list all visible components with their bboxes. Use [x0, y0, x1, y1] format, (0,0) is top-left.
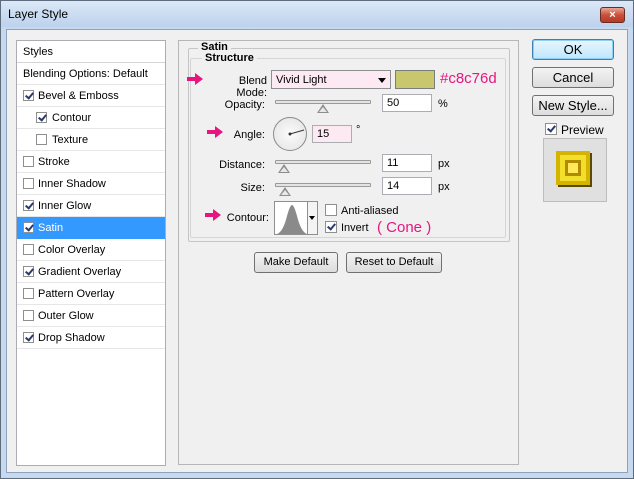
color-overlay-checkbox[interactable]	[23, 244, 34, 255]
contour-preview[interactable]	[274, 201, 308, 235]
sidebar-item-label: Pattern Overlay	[38, 288, 115, 300]
sidebar-item-outer-glow[interactable]: Outer Glow	[17, 305, 165, 327]
pattern-overlay-checkbox[interactable]	[23, 288, 34, 299]
size-unit: px	[438, 181, 450, 193]
window-title: Layer Style	[8, 7, 69, 21]
sidebar-item-drop-shadow[interactable]: Drop Shadow	[17, 327, 165, 349]
distance-input[interactable]: 11	[382, 154, 432, 172]
close-icon: ×	[609, 9, 616, 21]
angle-dial[interactable]	[273, 117, 307, 151]
sidebar-item-label: Outer Glow	[38, 310, 94, 322]
inner-shadow-checkbox[interactable]	[23, 178, 34, 189]
sidebar-item-label: Contour	[52, 112, 92, 124]
size-input[interactable]: 14	[382, 177, 432, 195]
preview-label: Preview	[561, 123, 604, 137]
sidebar-item-satin[interactable]: Satin	[17, 217, 165, 239]
angle-needle-icon	[288, 129, 305, 136]
sidebar-item-bevel-emboss[interactable]: Bevel & Emboss	[17, 85, 165, 107]
make-default-button[interactable]: Make Default	[254, 252, 338, 273]
bevel-emboss-checkbox[interactable]	[23, 90, 34, 101]
sidebar-item-label: Gradient Overlay	[38, 266, 122, 278]
ok-button[interactable]: OK	[532, 39, 614, 60]
sidebar-item-label: Bevel & Emboss	[38, 90, 119, 102]
satin-checkbox[interactable]	[23, 222, 34, 233]
size-label: Size:	[240, 182, 265, 194]
sidebar-item-label: Stroke	[38, 156, 70, 168]
sidebar-item-label: Inner Shadow	[38, 178, 106, 190]
dialog-body: Styles Blending Options: Default Bevel &…	[6, 29, 628, 473]
sidebar-item-gradient-overlay[interactable]: Gradient Overlay	[17, 261, 165, 283]
sidebar-item-stroke[interactable]: Stroke	[17, 151, 165, 173]
sidebar-item-inner-glow[interactable]: Inner Glow	[17, 195, 165, 217]
contour-label: Contour:	[226, 212, 269, 224]
contour-dropdown-button[interactable]	[308, 201, 318, 235]
cone-contour-icon	[277, 205, 307, 234]
pink-arrow-icon	[187, 73, 203, 85]
sidebar-item-inner-shadow[interactable]: Inner Shadow	[17, 173, 165, 195]
opacity-input[interactable]: 50	[382, 94, 432, 112]
satin-panel: Satin Structure Blend Mode: Vivid Light …	[178, 40, 519, 465]
opacity-slider-thumb[interactable]	[317, 104, 329, 113]
distance-slider-thumb[interactable]	[278, 164, 290, 173]
contour-checkbox[interactable]	[36, 112, 47, 123]
angle-input[interactable]: 15	[312, 125, 352, 143]
preview-checkbox[interactable]	[545, 123, 557, 135]
sidebar-item-label: Drop Shadow	[38, 332, 105, 344]
stroke-checkbox[interactable]	[23, 156, 34, 167]
angle-label: Angle:	[233, 129, 265, 141]
sidebar-item-label: Satin	[38, 222, 64, 234]
inner-glow-checkbox[interactable]	[23, 200, 34, 211]
distance-label: Distance:	[219, 159, 265, 171]
texture-checkbox[interactable]	[36, 134, 47, 145]
reset-default-button[interactable]: Reset to Default	[346, 252, 442, 273]
contour-annotation: ( Cone )	[377, 219, 432, 236]
anti-aliased-checkbox[interactable]	[325, 204, 337, 216]
structure-title: Structure	[202, 52, 257, 64]
invert-label: Invert	[341, 222, 369, 234]
blend-mode-select[interactable]: Vivid Light	[271, 70, 391, 89]
angle-unit: °	[356, 124, 361, 136]
sidebar-item-color-overlay[interactable]: Color Overlay	[17, 239, 165, 261]
opacity-label: Opacity:	[224, 99, 265, 111]
sidebar-item-label: Texture	[52, 134, 89, 146]
blend-mode-label: Blend Mode:	[236, 75, 267, 99]
gradient-overlay-checkbox[interactable]	[23, 266, 34, 277]
sidebar-item-contour[interactable]: Contour	[17, 107, 165, 129]
new-style-button[interactable]: New Style...	[532, 95, 614, 116]
distance-unit: px	[438, 158, 450, 170]
sidebar-item-label: Inner Glow	[38, 200, 92, 212]
size-slider-thumb[interactable]	[279, 187, 291, 196]
close-button[interactable]: ×	[600, 7, 625, 23]
chevron-down-icon	[378, 78, 386, 83]
cancel-button[interactable]: Cancel	[532, 67, 614, 88]
gold-square-icon	[556, 151, 592, 187]
blending-options-item[interactable]: Blending Options: Default	[17, 63, 165, 85]
preview-thumbnail	[543, 138, 607, 202]
invert-checkbox[interactable]	[325, 221, 337, 233]
blend-mode-value: Vivid Light	[276, 74, 327, 86]
styles-list: Styles Blending Options: Default Bevel &…	[16, 40, 166, 466]
styles-header[interactable]: Styles	[17, 41, 165, 63]
sidebar-item-texture[interactable]: Texture	[17, 129, 165, 151]
title-bar: Layer Style ×	[1, 1, 633, 27]
sidebar-item-pattern-overlay[interactable]: Pattern Overlay	[17, 283, 165, 305]
drop-shadow-checkbox[interactable]	[23, 332, 34, 343]
satin-color-swatch[interactable]	[395, 70, 435, 89]
color-annotation: #c8c76d	[440, 70, 497, 87]
opacity-unit: %	[438, 98, 448, 110]
outer-glow-checkbox[interactable]	[23, 310, 34, 321]
anti-aliased-label: Anti-aliased	[341, 205, 399, 217]
sidebar-item-label: Color Overlay	[38, 244, 106, 256]
layer-style-dialog: Layer Style × Styles Blending Options: D…	[0, 0, 634, 479]
